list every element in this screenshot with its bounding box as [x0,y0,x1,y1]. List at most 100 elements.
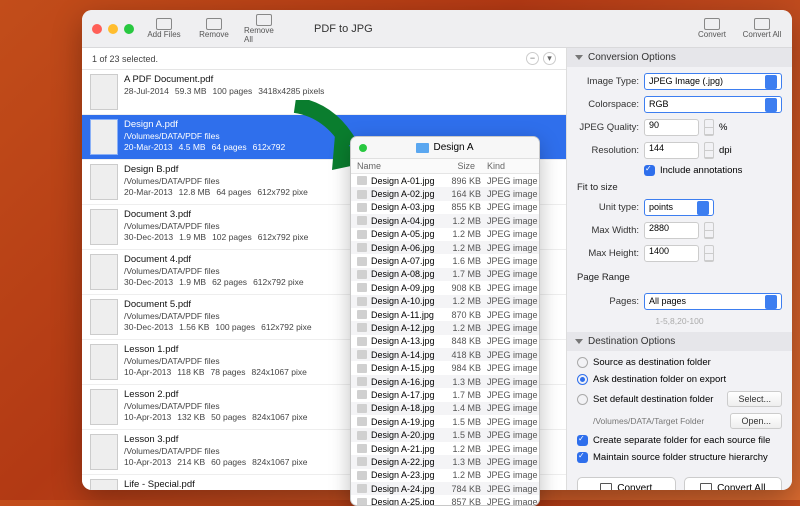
max-height-input[interactable]: 1400 [644,245,699,262]
close-icon[interactable] [92,24,102,34]
finder-row[interactable]: Design A-13.jpg848 KBJPEG image [351,335,539,348]
file-icon [357,498,367,505]
remove-all-button[interactable]: Remove All [244,14,284,44]
quality-unit: % [719,122,727,133]
max-width-input[interactable]: 2880 [644,222,699,239]
file-name: Document 5.pdf [124,299,312,311]
zoom-icon[interactable] [124,24,134,34]
finder-list[interactable]: Design A-01.jpg896 KBJPEG imageDesign A-… [351,174,539,505]
finder-row[interactable]: Design A-20.jpg1.5 MBJPEG image [351,428,539,441]
minimize-icon[interactable] [108,24,118,34]
col-kind[interactable]: Kind [481,159,539,173]
file-thumbnail [90,164,118,200]
finder-filename: Design A-16.jpg [371,377,439,387]
file-path: /Volumes/DATA/PDF files [124,401,307,412]
select-dest-button[interactable]: Select... [727,391,782,407]
resolution-stepper[interactable] [704,142,714,159]
plus-icon [156,18,172,30]
finder-filekind: JPEG image [481,310,539,320]
convert-button[interactable]: Convert [577,477,676,490]
convert-all-button[interactable]: Convert All [684,477,783,490]
finder-filename: Design A-09.jpg [371,283,439,293]
finder-row[interactable]: Design A-02.jpg164 KBJPEG image [351,187,539,200]
collapse-button[interactable]: − [526,52,539,65]
finder-row[interactable]: Design A-06.jpg1.2 MBJPEG image [351,241,539,254]
file-path: /Volumes/DATA/PDF files [124,356,307,367]
maintain-hierarchy-checkbox[interactable] [577,452,588,463]
toolbar-convert-all-button[interactable]: Convert All [742,18,782,39]
conversion-header[interactable]: Conversion Options [567,48,792,67]
finder-row[interactable]: Design A-04.jpg1.2 MBJPEG image [351,214,539,227]
finder-row[interactable]: Design A-08.jpg1.7 MBJPEG image [351,268,539,281]
image-type-select[interactable]: JPEG Image (.jpg) [644,73,782,90]
finder-columns[interactable]: Name Size Kind [351,159,539,174]
remove-button[interactable]: Remove [194,18,234,39]
finder-row[interactable]: Design A-23.jpg1.2 MBJPEG image [351,469,539,482]
updown-icon [765,98,777,112]
resolution-input[interactable]: 144 [644,142,699,159]
finder-row[interactable]: Design A-17.jpg1.7 MBJPEG image [351,388,539,401]
file-path: /Volumes/DATA/PDF files [124,266,304,277]
quality-stepper[interactable] [704,119,714,136]
finder-row[interactable]: Design A-25.jpg857 KBJPEG image [351,495,539,505]
file-name: Life - Special.pdf [124,479,315,490]
finder-title: Design A [433,142,473,153]
finder-row[interactable]: Design A-14.jpg418 KBJPEG image [351,348,539,361]
finder-filesize: 1.5 MB [439,430,481,440]
expand-button[interactable]: ▾ [543,52,556,65]
finder-row[interactable]: Design A-18.jpg1.4 MBJPEG image [351,402,539,415]
file-icon [357,417,367,426]
finder-row[interactable]: Design A-09.jpg908 KBJPEG image [351,281,539,294]
finder-filesize: 1.4 MB [439,403,481,413]
maintain-hierarchy-label: Maintain source folder structure hierarc… [593,452,768,463]
file-row[interactable]: A PDF Document.pdf28-Jul-201459.3 MB100 … [82,70,566,115]
destination-header[interactable]: Destination Options [567,332,792,351]
pages-select[interactable]: All pages [644,293,782,310]
toolbar-convert-button[interactable]: Convert [692,18,732,39]
finder-row[interactable]: Design A-03.jpg855 KBJPEG image [351,201,539,214]
finder-filekind: JPEG image [481,336,539,346]
include-annotations-checkbox[interactable] [644,165,655,176]
finder-row[interactable]: Design A-01.jpg896 KBJPEG image [351,174,539,187]
open-dest-button[interactable]: Open... [730,413,782,429]
finder-filename: Design A-08.jpg [371,269,439,279]
finder-row[interactable]: Design A-05.jpg1.2 MBJPEG image [351,228,539,241]
selection-bar: 1 of 23 selected. − ▾ [82,48,566,70]
quality-input[interactable]: 90 [644,119,699,136]
set-default-radio[interactable] [577,394,588,405]
finder-filesize: 984 KB [439,363,481,373]
chevron-down-icon [575,55,583,60]
file-meta: 30-Dec-20131.9 MB62 pages612x792 pixe [124,277,304,288]
source-as-dest-radio[interactable] [577,357,588,368]
finder-row[interactable]: Design A-21.jpg1.2 MBJPEG image [351,442,539,455]
colorspace-select[interactable]: RGB [644,96,782,113]
quality-label: JPEG Quality: [577,122,639,133]
file-icon [357,203,367,212]
finder-row[interactable]: Design A-15.jpg984 KBJPEG image [351,361,539,374]
folder-icon [416,143,429,153]
finder-filename: Design A-07.jpg [371,256,439,266]
ask-on-export-radio[interactable] [577,374,588,385]
fit-to-size-header: Fit to size [577,182,782,193]
finder-row[interactable]: Design A-11.jpg870 KBJPEG image [351,308,539,321]
finder-row[interactable]: Design A-24.jpg784 KBJPEG image [351,482,539,495]
finder-filename: Design A-06.jpg [371,243,439,253]
file-path: /Volumes/DATA/PDF files [124,446,307,457]
finder-row[interactable]: Design A-07.jpg1.6 MBJPEG image [351,254,539,267]
include-annotations-label: Include annotations [660,165,742,176]
finder-row[interactable]: Design A-19.jpg1.5 MBJPEG image [351,415,539,428]
finder-row[interactable]: Design A-22.jpg1.3 MBJPEG image [351,455,539,468]
col-name[interactable]: Name [351,159,439,173]
finder-row[interactable]: Design A-10.jpg1.2 MBJPEG image [351,295,539,308]
window-dot-icon[interactable] [359,144,367,152]
finder-row[interactable]: Design A-16.jpg1.3 MBJPEG image [351,375,539,388]
file-name: Lesson 2.pdf [124,389,307,401]
create-separate-checkbox[interactable] [577,435,588,446]
finder-filename: Design A-03.jpg [371,202,439,212]
col-size[interactable]: Size [439,159,481,173]
finder-row[interactable]: Design A-12.jpg1.2 MBJPEG image [351,321,539,334]
max-height-stepper[interactable] [704,245,714,262]
add-files-button[interactable]: Add Files [144,18,184,39]
max-width-stepper[interactable] [704,222,714,239]
unit-type-select[interactable]: points [644,199,714,216]
